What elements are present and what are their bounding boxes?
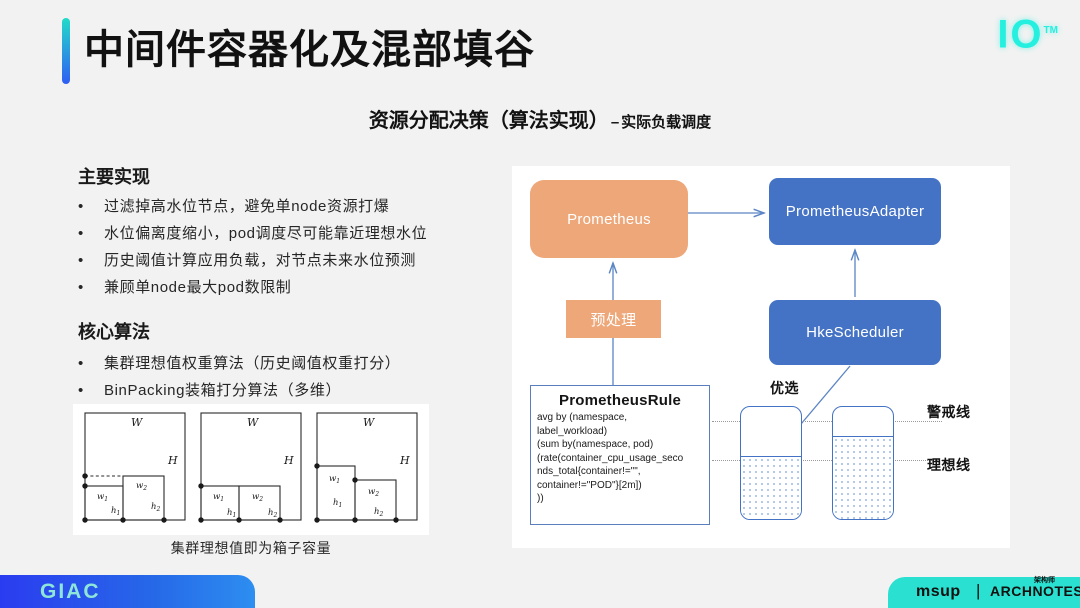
- node-prometheus[interactable]: Prometheus: [530, 180, 688, 258]
- capacity-bar-right-fill: [833, 436, 893, 519]
- label-ideal-line: 理想线: [927, 457, 971, 473]
- binpack-label-h1-b: h1: [227, 508, 236, 519]
- label-preferred: 优选: [770, 380, 799, 396]
- node-hke-scheduler[interactable]: HkeScheduler: [769, 300, 941, 365]
- binpack-label-w1-a: w1: [97, 492, 108, 503]
- footer-separator: |: [976, 581, 981, 600]
- footer-left-bar: GIAC: [0, 575, 255, 608]
- capacity-bar-right: [832, 406, 894, 520]
- architecture-diagram: Prometheus PrometheusAdapter HkeSchedule…: [512, 166, 1010, 548]
- binpack-label-w2-a: w2: [136, 481, 147, 492]
- binpack-label-W1: W: [131, 416, 144, 429]
- section-heading-algo: 核心算法: [78, 322, 150, 342]
- binpack-label-h2-c: h2: [374, 507, 383, 518]
- node-prometheus-adapter[interactable]: PrometheusAdapter: [769, 178, 941, 245]
- giac-logo: GIAC: [40, 580, 101, 603]
- binpack-label-h2-a: h2: [151, 502, 160, 513]
- binpack-label-w1-b: w1: [213, 492, 224, 503]
- msup-logo: msup: [916, 583, 961, 600]
- title-accent-bar: [62, 18, 70, 84]
- bullet-marker: •: [78, 198, 84, 215]
- capacity-bar-left-fill: [741, 456, 801, 519]
- node-preprocess[interactable]: 预处理: [566, 300, 661, 338]
- subtitle-dash: –: [610, 114, 620, 131]
- slide-root: 中间件容器化及混部填谷 资源分配决策（算法实现） – 实际负载调度 IOTM 主要实…: [0, 0, 1080, 608]
- binpack-label-w1-c: w1: [329, 474, 340, 485]
- bullet-text: 水位偏离度缩小，pod调度尽可能靠近理想水位: [104, 225, 428, 242]
- archnotes-logo: ARCHNOTES: [990, 583, 1080, 599]
- label-warning-line: 警戒线: [927, 404, 971, 420]
- binpack-label-h1-c: h1: [333, 498, 342, 509]
- binpack-label-w2-b: w2: [252, 492, 263, 503]
- bullet-text: 集群理想值权重算法（历史阈值权重打分）: [104, 355, 401, 372]
- binpack-label-h1-a: h1: [111, 506, 120, 517]
- subtitle-secondary: 实际负载调度: [621, 114, 712, 131]
- bullet-text: 历史阈值计算应用负载，对节点未来水位预测: [104, 252, 417, 269]
- bullet-item: • 历史阈值计算应用负载，对节点未来水位预测: [78, 247, 427, 274]
- page-title: 中间件容器化及混部填谷: [84, 28, 535, 72]
- binpack-label-H2: H: [283, 454, 294, 467]
- binpack-label-H3: H: [399, 454, 410, 467]
- footer-right-bar: msup | ARCHNOTES 架构师: [888, 577, 1080, 608]
- capacity-bar-left: [740, 406, 802, 520]
- binpacking-figure: W H W H W H w1 w2 h1 h2 w1 w2 h1 h2 w1 w…: [73, 404, 429, 535]
- bullet-text: BinPacking装箱打分算法（多维）: [104, 382, 342, 399]
- bullet-marker: •: [78, 252, 84, 269]
- binpack-label-H1: H: [167, 454, 178, 467]
- bullet-list-algo: • 集群理想值权重算法（历史阈值权重打分） • BinPacking装箱打分算法（多维…: [78, 350, 400, 404]
- section-heading-main: 主要实现: [78, 167, 150, 187]
- subtitle-main: 资源分配决策（算法实现）: [368, 110, 609, 132]
- binpacking-svg: W H W H W H w1 w2 h1 h2 w1 w2 h1 h2 w1 w…: [82, 412, 418, 523]
- bullet-item: • 兼顾单node最大pod数限制: [78, 274, 427, 301]
- bullet-item: • 过滤掉高水位节点，避免单node资源打爆: [78, 193, 427, 220]
- binpack-label-W2: W: [247, 416, 260, 429]
- bullet-item: • BinPacking装箱打分算法（多维）: [78, 377, 400, 404]
- prometheus-rule-title: PrometheusRule: [559, 392, 681, 409]
- node-prometheus-rule[interactable]: PrometheusRule avg by (namespace, label_…: [530, 385, 710, 525]
- binpacking-caption: 集群理想值即为箱子容量: [170, 540, 332, 556]
- bullet-text: 过滤掉高水位节点，避免单node资源打爆: [104, 198, 390, 215]
- bullet-marker: •: [78, 279, 84, 296]
- prometheus-rule-code: avg by (namespace, label_workload) (sum …: [537, 412, 684, 504]
- bullet-marker: •: [78, 355, 84, 372]
- bullet-text: 兼顾单node最大pod数限制: [104, 279, 292, 296]
- bullet-item: • 集群理想值权重算法（历史阈值权重打分）: [78, 350, 400, 377]
- io-logo-tm: TM: [1043, 25, 1058, 36]
- subtitle: 资源分配决策（算法实现） – 实际负载调度: [0, 104, 1080, 133]
- io-brand-logo: IOTM: [997, 8, 1058, 57]
- bullet-marker: •: [78, 382, 84, 399]
- bullet-item: • 水位偏离度缩小，pod调度尽可能靠近理想水位: [78, 220, 427, 247]
- binpack-label-w2-c: w2: [368, 487, 379, 498]
- bullet-marker: •: [78, 225, 84, 242]
- bullet-list-main: • 过滤掉高水位节点，避免单node资源打爆 • 水位偏离度缩小，pod调度尽可能靠近…: [78, 193, 427, 301]
- binpack-label-W3: W: [363, 416, 376, 429]
- archnotes-logo-cn: 架构师: [1034, 577, 1055, 584]
- binpack-label-h2-b: h2: [268, 508, 277, 519]
- io-logo-text: IO: [997, 12, 1044, 57]
